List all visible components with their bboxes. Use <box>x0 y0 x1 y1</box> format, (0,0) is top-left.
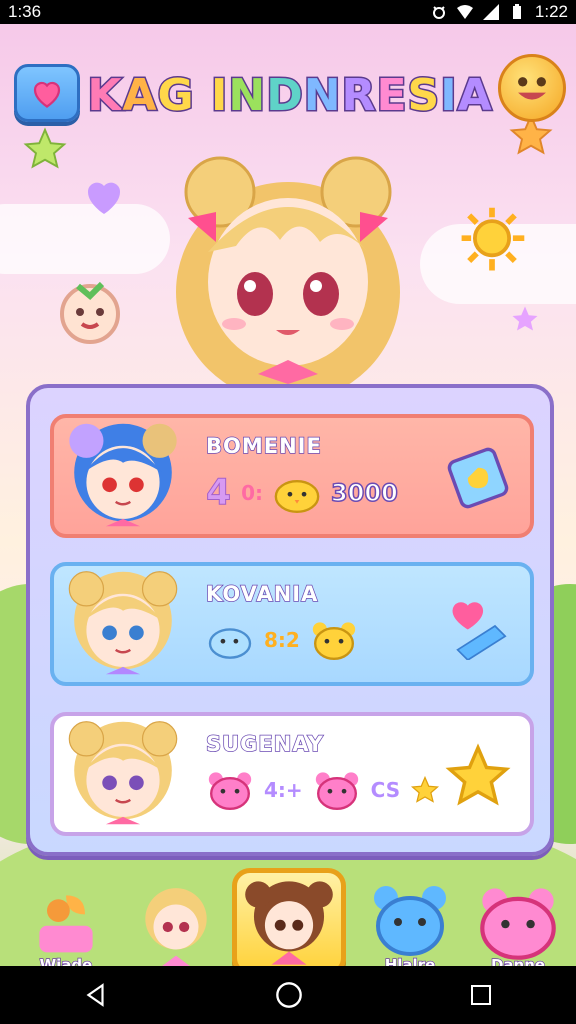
pig-mascot-icon <box>480 888 556 960</box>
stat-level: 4 <box>205 472 232 514</box>
star-icon[interactable] <box>444 742 512 810</box>
recents-icon[interactable] <box>469 983 493 1007</box>
title-letter: R <box>340 68 377 122</box>
signal-icon <box>482 4 499 20</box>
nav-item-character[interactable] <box>128 872 224 966</box>
bear-pet-icon <box>315 772 358 810</box>
character-avatar <box>69 423 177 527</box>
bear-pet-icon <box>312 622 356 660</box>
title-letter: D <box>265 68 305 122</box>
favorites-button[interactable] <box>14 64 80 122</box>
character-stats: 8:2 <box>206 620 358 660</box>
whale-pet-icon <box>208 628 252 659</box>
title-letter: N <box>227 68 267 122</box>
status-time-right: 1:22 <box>534 2 568 21</box>
stat-extra: CS <box>370 778 401 802</box>
title-letter: S <box>406 68 441 122</box>
roster-card-2[interactable]: KOVANIA 8:2 <box>50 562 534 686</box>
profile-button[interactable] <box>498 54 566 122</box>
roster-panel: BOMENIE 4 0: 3000 KOVANIA 8:2 SUGENAY 4:… <box>26 384 554 856</box>
nav-item-home[interactable] <box>232 868 346 966</box>
game-title: KAG INDNRESIA <box>86 64 493 126</box>
title-letter: A <box>456 68 493 122</box>
wifi-icon <box>456 5 473 19</box>
battery-icon <box>512 4 521 19</box>
home-icon[interactable] <box>275 981 303 1009</box>
heart-icon <box>33 81 61 108</box>
stat-value: 3000 <box>330 478 398 508</box>
title-letter: A <box>121 68 158 122</box>
roster-card-3[interactable]: SUGENAY 4:+ CS <box>50 712 534 836</box>
badge-card-icon[interactable] <box>444 444 512 512</box>
alarm-icon <box>432 6 445 19</box>
heart-icon <box>87 182 121 214</box>
character-avatar <box>68 721 178 825</box>
character-avatar <box>145 888 207 966</box>
title-letter: I <box>439 68 458 122</box>
title-letter: I <box>209 68 229 122</box>
character-stats: 4:+ CS <box>206 770 440 810</box>
game-scene: KAG INDNRESIA BOMENIE 4 0: 3000 KOVANIA … <box>0 24 576 966</box>
character-name: BOMENIE <box>205 433 322 459</box>
star-icon <box>23 127 67 169</box>
bear-pet-icon <box>208 772 252 810</box>
character-name: SUGENAY <box>205 731 324 757</box>
character-avatar <box>68 571 178 675</box>
nav-label: Danne <box>490 955 546 966</box>
character-avatar <box>245 881 333 965</box>
character-name: KOVANIA <box>205 581 319 607</box>
status-time-left: 1:36 <box>8 2 42 21</box>
hero-character <box>176 156 400 394</box>
smiley-icon <box>518 77 546 100</box>
title-letter: G <box>156 68 195 122</box>
back-icon[interactable] <box>83 982 109 1008</box>
star-icon <box>411 775 440 803</box>
stat-separator: 8:2 <box>264 628 300 652</box>
chick-pet-icon <box>274 479 320 513</box>
title-letter: N <box>302 68 342 122</box>
title-letter <box>195 70 211 121</box>
heart-arrow-icon[interactable] <box>444 592 512 660</box>
nav-item-hlalre[interactable]: Hlalre <box>362 872 458 966</box>
nav-label: Wiade <box>39 955 93 966</box>
bear-mascot-icon <box>374 886 446 956</box>
nav-item-danne[interactable]: Danne <box>468 872 568 966</box>
nav-item-wiade[interactable]: Wiade <box>18 872 114 966</box>
status-bar: 1:36 1:22 <box>0 0 576 24</box>
title-letter: E <box>375 68 408 122</box>
sun-icon <box>461 207 525 271</box>
nav-label: Hlalre <box>384 955 436 966</box>
stat-separator: 0: <box>241 480 263 505</box>
system-nav-bar <box>0 966 576 1024</box>
title-letter: K <box>86 68 123 122</box>
gift-icon <box>39 895 93 953</box>
bottom-nav: Wiade Hlalre Danne <box>0 864 576 966</box>
stat-separator: 4:+ <box>264 778 303 802</box>
peach-mascot <box>60 281 120 344</box>
character-stats: 4 0: 3000 <box>205 472 398 514</box>
roster-card-1[interactable]: BOMENIE 4 0: 3000 <box>50 414 534 538</box>
star-icon <box>512 306 538 331</box>
